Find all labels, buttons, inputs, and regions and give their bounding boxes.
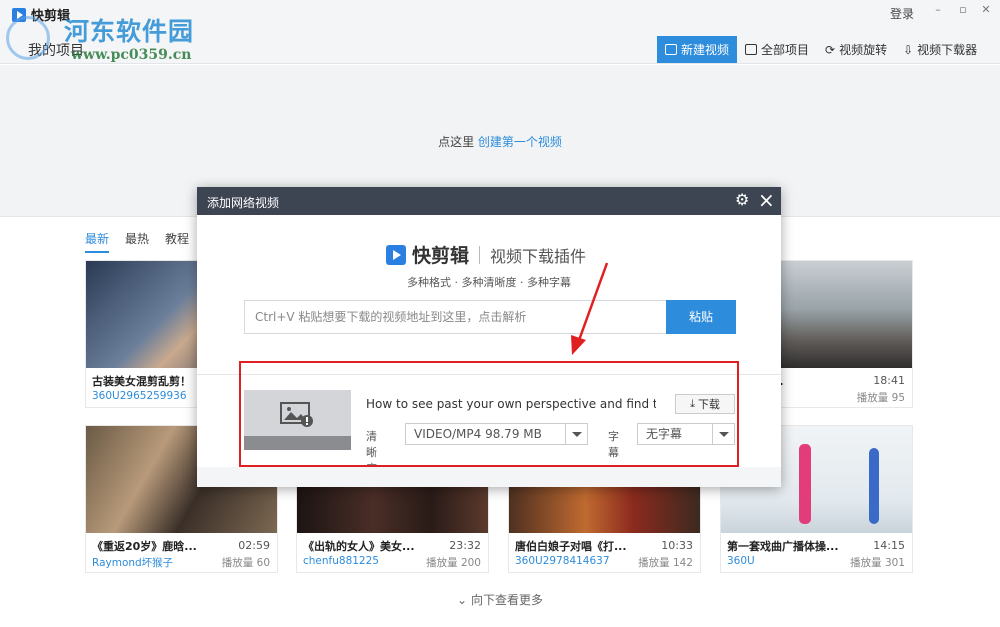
video-duration: 23:32 [449, 539, 481, 552]
rotate-icon: ⟳ [825, 42, 836, 57]
video-title: 《出轨的女人》美女... [303, 540, 415, 553]
video-downloader-button[interactable]: ⇩ 视频下载器 [895, 36, 985, 63]
video-duration: 02:59 [238, 539, 270, 552]
new-video-label: 新建视频 [681, 43, 730, 57]
all-projects-button[interactable]: 全部项目 [737, 36, 817, 63]
tab-latest[interactable]: 最新 [85, 230, 110, 253]
dialog-title: 添加网络视频 [207, 196, 280, 210]
video-downloader-label: 视频下载器 [917, 43, 978, 57]
close-icon[interactable]: × [758, 189, 776, 211]
video-author[interactable]: chenfu881225 [303, 555, 379, 567]
load-more-label: 向下查看更多 [470, 593, 543, 607]
login-link[interactable]: 登录 [890, 5, 914, 22]
brand-logo-icon [386, 244, 406, 265]
new-video-icon [665, 44, 677, 55]
video-author[interactable]: 360U2978414637 [515, 555, 610, 567]
rotate-video-button[interactable]: ⟳ 视频旋转 [817, 36, 895, 63]
feed-tabs: 最新 最热 教程 [85, 230, 189, 253]
app-logo-icon [12, 7, 26, 22]
video-views: 播放量 301 [850, 557, 905, 569]
video-duration: 10:33 [661, 539, 693, 552]
tab-tutorial[interactable]: 教程 [165, 230, 189, 253]
close-window-button[interactable]: ✕ [977, 3, 995, 17]
empty-hint: 点这里 创建第一个视频 [0, 133, 1000, 150]
minimize-button[interactable]: – [929, 3, 947, 17]
video-author[interactable]: 360U [727, 555, 755, 567]
video-author[interactable]: Raymond坏猴子 [92, 555, 173, 570]
download-cloud-icon: ⇩ [903, 42, 914, 57]
create-first-video-link[interactable]: 创建第一个视频 [478, 135, 562, 149]
page-title: 我的项目 [28, 43, 84, 59]
main-toolbar: 新建视频 全部项目 ⟳ 视频旋转 ⇩ 视频下载器 [657, 36, 985, 63]
paste-button[interactable]: 粘贴 [666, 300, 736, 334]
brand-divider [479, 245, 481, 264]
annotation-highlight-box [239, 361, 739, 467]
restore-button[interactable]: ▫ [954, 3, 972, 17]
new-video-button[interactable]: 新建视频 [657, 36, 738, 63]
dialog-header: 添加网络视频 ⚙ × [197, 187, 781, 215]
empty-hint-text: 点这里 [438, 135, 475, 149]
app-logo: 快剪辑 [12, 5, 70, 24]
video-title: 唐伯白娘子对唱《打... [515, 540, 627, 553]
watermark-url: www.pc0359.cn [71, 47, 192, 63]
dialog-footer [197, 467, 781, 487]
video-title: 第一套戏曲广播体操... [727, 540, 839, 553]
video-title: 《重返20岁》鹿晗... [92, 540, 197, 553]
plugin-brand: 快剪辑 视频下载插件 [386, 241, 586, 268]
title-bar: 快剪辑 我的项目 河东软件园 www.pc0359.cn 登录 – ▫ ✕ 新建… [0, 0, 1000, 64]
rotate-video-label: 视频旋转 [839, 43, 888, 57]
video-views: 播放量 200 [426, 557, 481, 569]
all-projects-label: 全部项目 [761, 43, 810, 57]
tagline: 多种格式 · 多种清晰度 · 多种字幕 [407, 276, 571, 289]
load-more-link[interactable]: ⌄ 向下查看更多 [0, 591, 1000, 608]
gear-icon[interactable]: ⚙ [735, 192, 751, 208]
video-duration: 14:15 [873, 539, 905, 552]
folder-icon [745, 44, 758, 55]
video-url-input[interactable] [245, 301, 666, 333]
video-views: 播放量 142 [638, 557, 693, 569]
brand-subtitle: 视频下载插件 [490, 246, 587, 266]
brand-name: 快剪辑 [412, 245, 470, 267]
app-title: 快剪辑 [31, 9, 71, 24]
url-row: 粘贴 [244, 300, 736, 334]
video-duration: 18:41 [873, 374, 905, 387]
video-views: 播放量 95 [856, 392, 905, 404]
chevron-down-icon: ⌄ [457, 593, 468, 607]
video-views: 播放量 60 [221, 557, 270, 569]
video-author[interactable]: 360U2965259936 [92, 390, 187, 402]
tab-hot[interactable]: 最热 [125, 230, 149, 253]
